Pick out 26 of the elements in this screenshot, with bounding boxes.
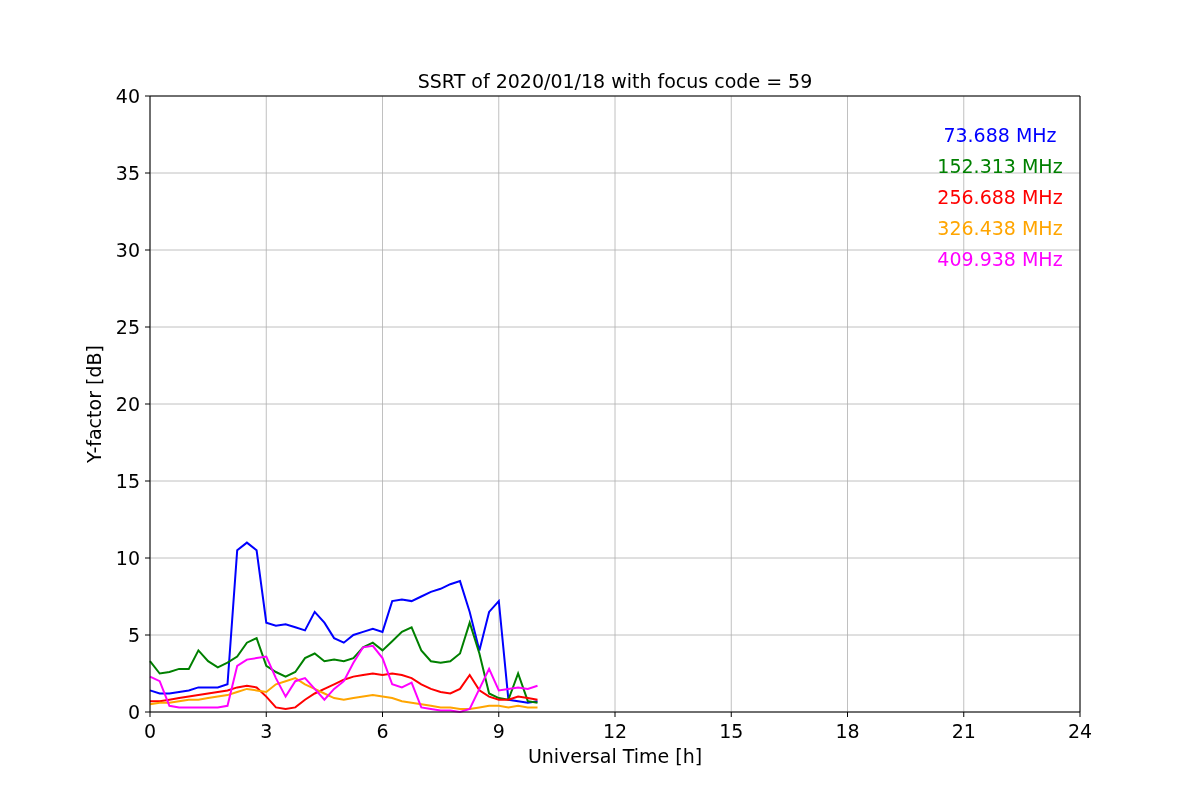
legend-label: 152.313 MHz	[937, 155, 1063, 177]
y-tick-label: 5	[127, 624, 140, 646]
y-tick-label: 35	[115, 162, 140, 184]
y-tick-label: 30	[115, 239, 140, 261]
legend-label: 256.688 MHz	[937, 186, 1063, 208]
x-tick-label: 0	[143, 720, 157, 742]
x-tick-label: 18	[835, 720, 860, 742]
chart-title: SSRT of 2020/01/18 with focus code = 59	[417, 70, 813, 92]
legend-label: 409.938 MHz	[937, 248, 1063, 270]
y-tick-label: 0	[127, 701, 140, 723]
x-tick-label: 3	[260, 720, 273, 742]
x-tick-label: 21	[951, 720, 976, 742]
x-tick-label: 6	[376, 720, 389, 742]
y-tick-label: 20	[115, 393, 140, 415]
legend-label: 326.438 MHz	[937, 217, 1063, 239]
y-tick-label: 25	[115, 316, 140, 338]
x-tick-label: 24	[1067, 720, 1093, 742]
y-tick-label: 10	[115, 547, 140, 569]
y-axis-label: Y-factor [dB]	[83, 345, 105, 463]
legend-label: 73.688 MHz	[943, 124, 1057, 146]
x-axis-label: Universal Time [h]	[527, 745, 703, 767]
y-tick-label: 15	[115, 470, 140, 492]
x-tick-label: 9	[492, 720, 505, 742]
x-tick-label: 12	[602, 720, 628, 742]
x-tick-label: 15	[719, 720, 744, 742]
y-tick-label: 40	[115, 85, 140, 107]
